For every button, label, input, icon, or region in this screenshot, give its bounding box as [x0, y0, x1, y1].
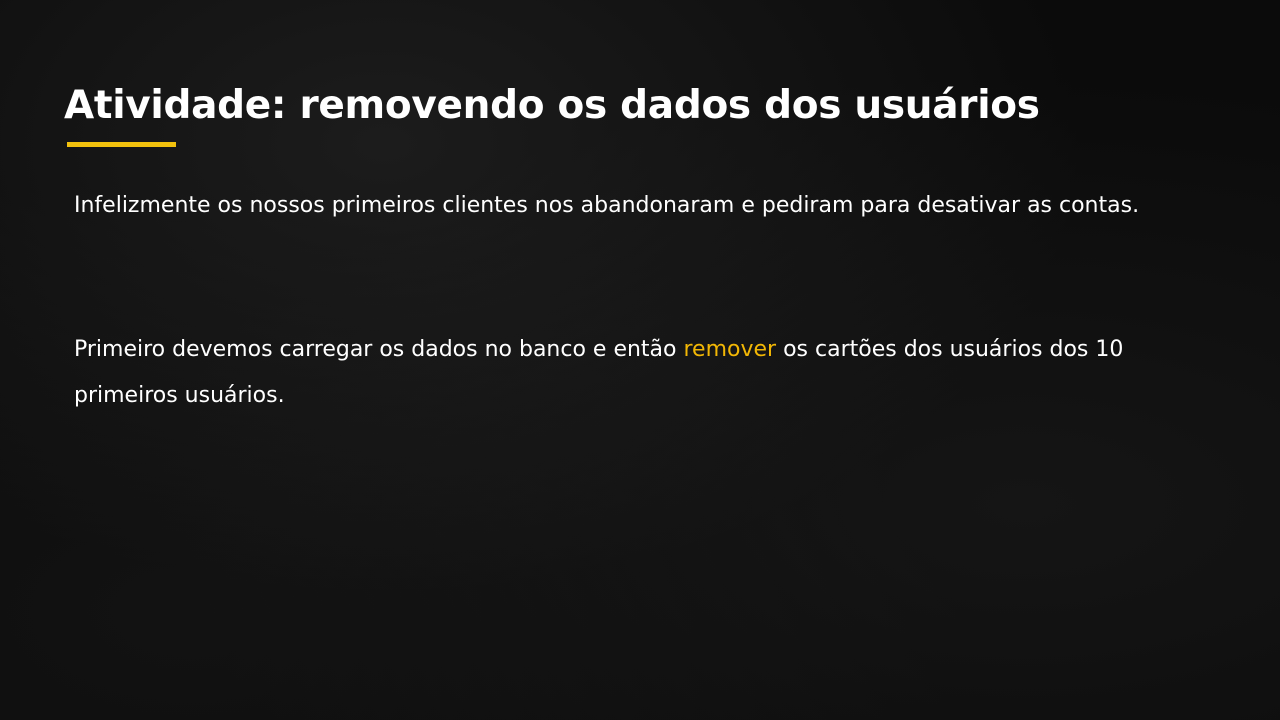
- slide: Atividade: removendo os dados dos usuári…: [0, 0, 1280, 720]
- instruction-text-before: Primeiro devemos carregar os dados no ba…: [74, 337, 684, 362]
- slide-title: Atividade: removendo os dados dos usuári…: [64, 83, 1040, 128]
- paragraph-intro: Infelizmente os nossos primeiros cliente…: [74, 193, 1140, 218]
- paragraph-instruction: Primeiro devemos carregar os dados no ba…: [74, 327, 1224, 419]
- title-underline: [67, 142, 176, 147]
- highlighted-keyword: remover: [683, 337, 777, 362]
